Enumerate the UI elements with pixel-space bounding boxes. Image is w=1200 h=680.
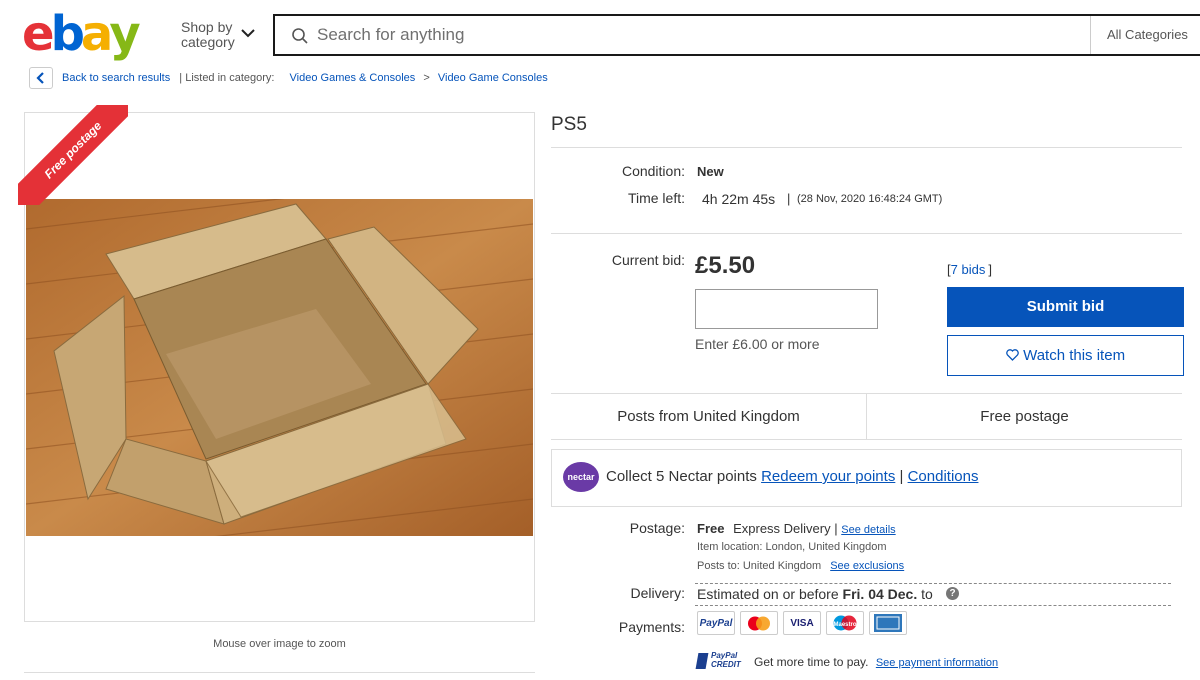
svg-text:Maestro: Maestro — [833, 622, 856, 628]
delivery-label: Delivery: — [630, 585, 685, 601]
postage-free: Free — [697, 521, 725, 536]
back-to-results-link[interactable]: Back to search results — [62, 72, 170, 84]
time-left-value: 4h 22m 45s — [702, 191, 776, 207]
heart-icon — [1006, 349, 1019, 361]
search-icon — [292, 28, 308, 44]
logo-letter-e: e — [22, 6, 55, 62]
bid-count: [7 bids] — [947, 262, 992, 277]
nectar-logo: nectar — [563, 462, 599, 492]
nectar-conditions-link[interactable]: Conditions — [908, 468, 979, 485]
divider — [551, 147, 1182, 148]
current-bid-label: Current bid: — [611, 252, 685, 268]
divider — [551, 233, 1182, 234]
ribbon-text: Free postage — [18, 105, 128, 205]
paypal-badge: PayPal — [697, 611, 735, 635]
ebay-logo[interactable]: ebay — [22, 6, 141, 62]
current-bid-price: £5.50 — [695, 252, 756, 279]
cardboard-box-image — [26, 199, 533, 536]
watch-label: Watch this item — [1023, 347, 1126, 364]
category-select[interactable]: All Categories — [1090, 16, 1200, 54]
breadcrumb-video-games-link[interactable]: Video Games & Consoles — [290, 72, 416, 84]
listing-title: PS5 — [551, 114, 587, 135]
postage-method: Express Delivery | — [733, 521, 838, 536]
breadcrumb-consoles-link[interactable]: Video Game Consoles — [438, 72, 548, 84]
payments-label: Payments: — [618, 619, 685, 635]
visa-badge: VISA — [783, 611, 821, 635]
shop-by-category-button[interactable]: Shop by category — [181, 20, 235, 50]
maestro-icon: Maestro — [826, 611, 864, 635]
delivery-date: Fri. 04 Dec. — [842, 586, 918, 602]
logo-letter-b: b — [50, 6, 85, 62]
bid-history-link[interactable]: 7 bids — [951, 262, 986, 277]
item-location: Item location: London, United Kingdom — [697, 541, 887, 553]
breadcrumb: Back to search results | Listed in categ… — [62, 72, 548, 84]
see-exclusions-link[interactable]: See exclusions — [830, 560, 904, 572]
delivery-text: Estimated on or before — [697, 586, 839, 602]
zoom-hint: Mouse over image to zoom — [213, 638, 346, 650]
credit-logo-line2: CREDIT — [711, 660, 741, 669]
delivery-line: Estimated on or before Fri. 04 Dec. to — [697, 586, 933, 602]
paypal-icon — [695, 653, 709, 669]
help-icon[interactable]: ? — [946, 587, 959, 600]
chevron-left-icon — [36, 72, 44, 84]
bid-hint: Enter £6.00 or more — [695, 336, 820, 352]
paypal-credit-logo: PayPal CREDIT — [695, 651, 745, 671]
back-button[interactable] — [29, 67, 53, 89]
nectar-panel: nectar Collect 5 Nectar points Redeem yo… — [551, 449, 1182, 507]
watch-item-button[interactable]: Watch this item — [947, 335, 1184, 376]
amex-icon — [869, 611, 907, 635]
submit-bid-button[interactable]: Submit bid — [947, 287, 1184, 327]
posts-from: Posts from United Kingdom — [617, 408, 800, 425]
free-postage-label: Free postage — [980, 408, 1069, 425]
shipping-summary: Posts from United Kingdom Free postage — [551, 393, 1182, 440]
breadcrumb-separator: > — [423, 72, 430, 84]
nectar-separator: | — [899, 468, 904, 485]
credit-line: Get more time to pay. See payment inform… — [754, 655, 998, 669]
end-time: (28 Nov, 2020 16:48:24 GMT) — [797, 193, 943, 205]
logo-letter-a: a — [80, 6, 113, 62]
posts-to-line: Posts to: United Kingdom See exclusions — [697, 560, 904, 572]
mastercard-icon — [740, 611, 778, 635]
condition-value: New — [697, 164, 724, 179]
bid-amount-input[interactable] — [695, 289, 878, 329]
see-payment-info-link[interactable]: See payment information — [876, 657, 998, 669]
credit-text: Get more time to pay. — [754, 655, 869, 669]
time-left-label: Time left: — [627, 190, 685, 206]
redeem-points-link[interactable]: Redeem your points — [761, 468, 895, 485]
time-separator: | — [787, 191, 791, 206]
search-input[interactable] — [317, 24, 1077, 46]
postage-line: Free Express Delivery | See details — [697, 521, 896, 536]
shop-by-line2: category — [181, 34, 235, 50]
condition-label: Condition: — [621, 163, 685, 179]
product-image[interactable] — [26, 199, 533, 536]
logo-letter-y: y — [109, 6, 140, 62]
delivery-to: to — [921, 586, 933, 602]
credit-logo-line1: PayPal — [711, 651, 738, 660]
search-bar: All Categories — [273, 14, 1200, 56]
divider — [695, 605, 1171, 606]
posts-to: Posts to: United Kingdom — [697, 560, 822, 572]
postage-label: Postage: — [629, 520, 685, 536]
listed-in-label: | Listed in category: — [179, 72, 275, 84]
shop-by-line1: Shop by — [181, 19, 233, 35]
divider — [24, 672, 535, 673]
free-postage-ribbon: Free postage — [18, 105, 128, 205]
divider — [695, 583, 1171, 584]
bids-bracket-close: ] — [988, 262, 992, 277]
nectar-points-text: Collect 5 Nectar points — [606, 468, 757, 485]
see-details-link[interactable]: See details — [841, 524, 895, 536]
chevron-down-icon[interactable] — [240, 28, 256, 38]
